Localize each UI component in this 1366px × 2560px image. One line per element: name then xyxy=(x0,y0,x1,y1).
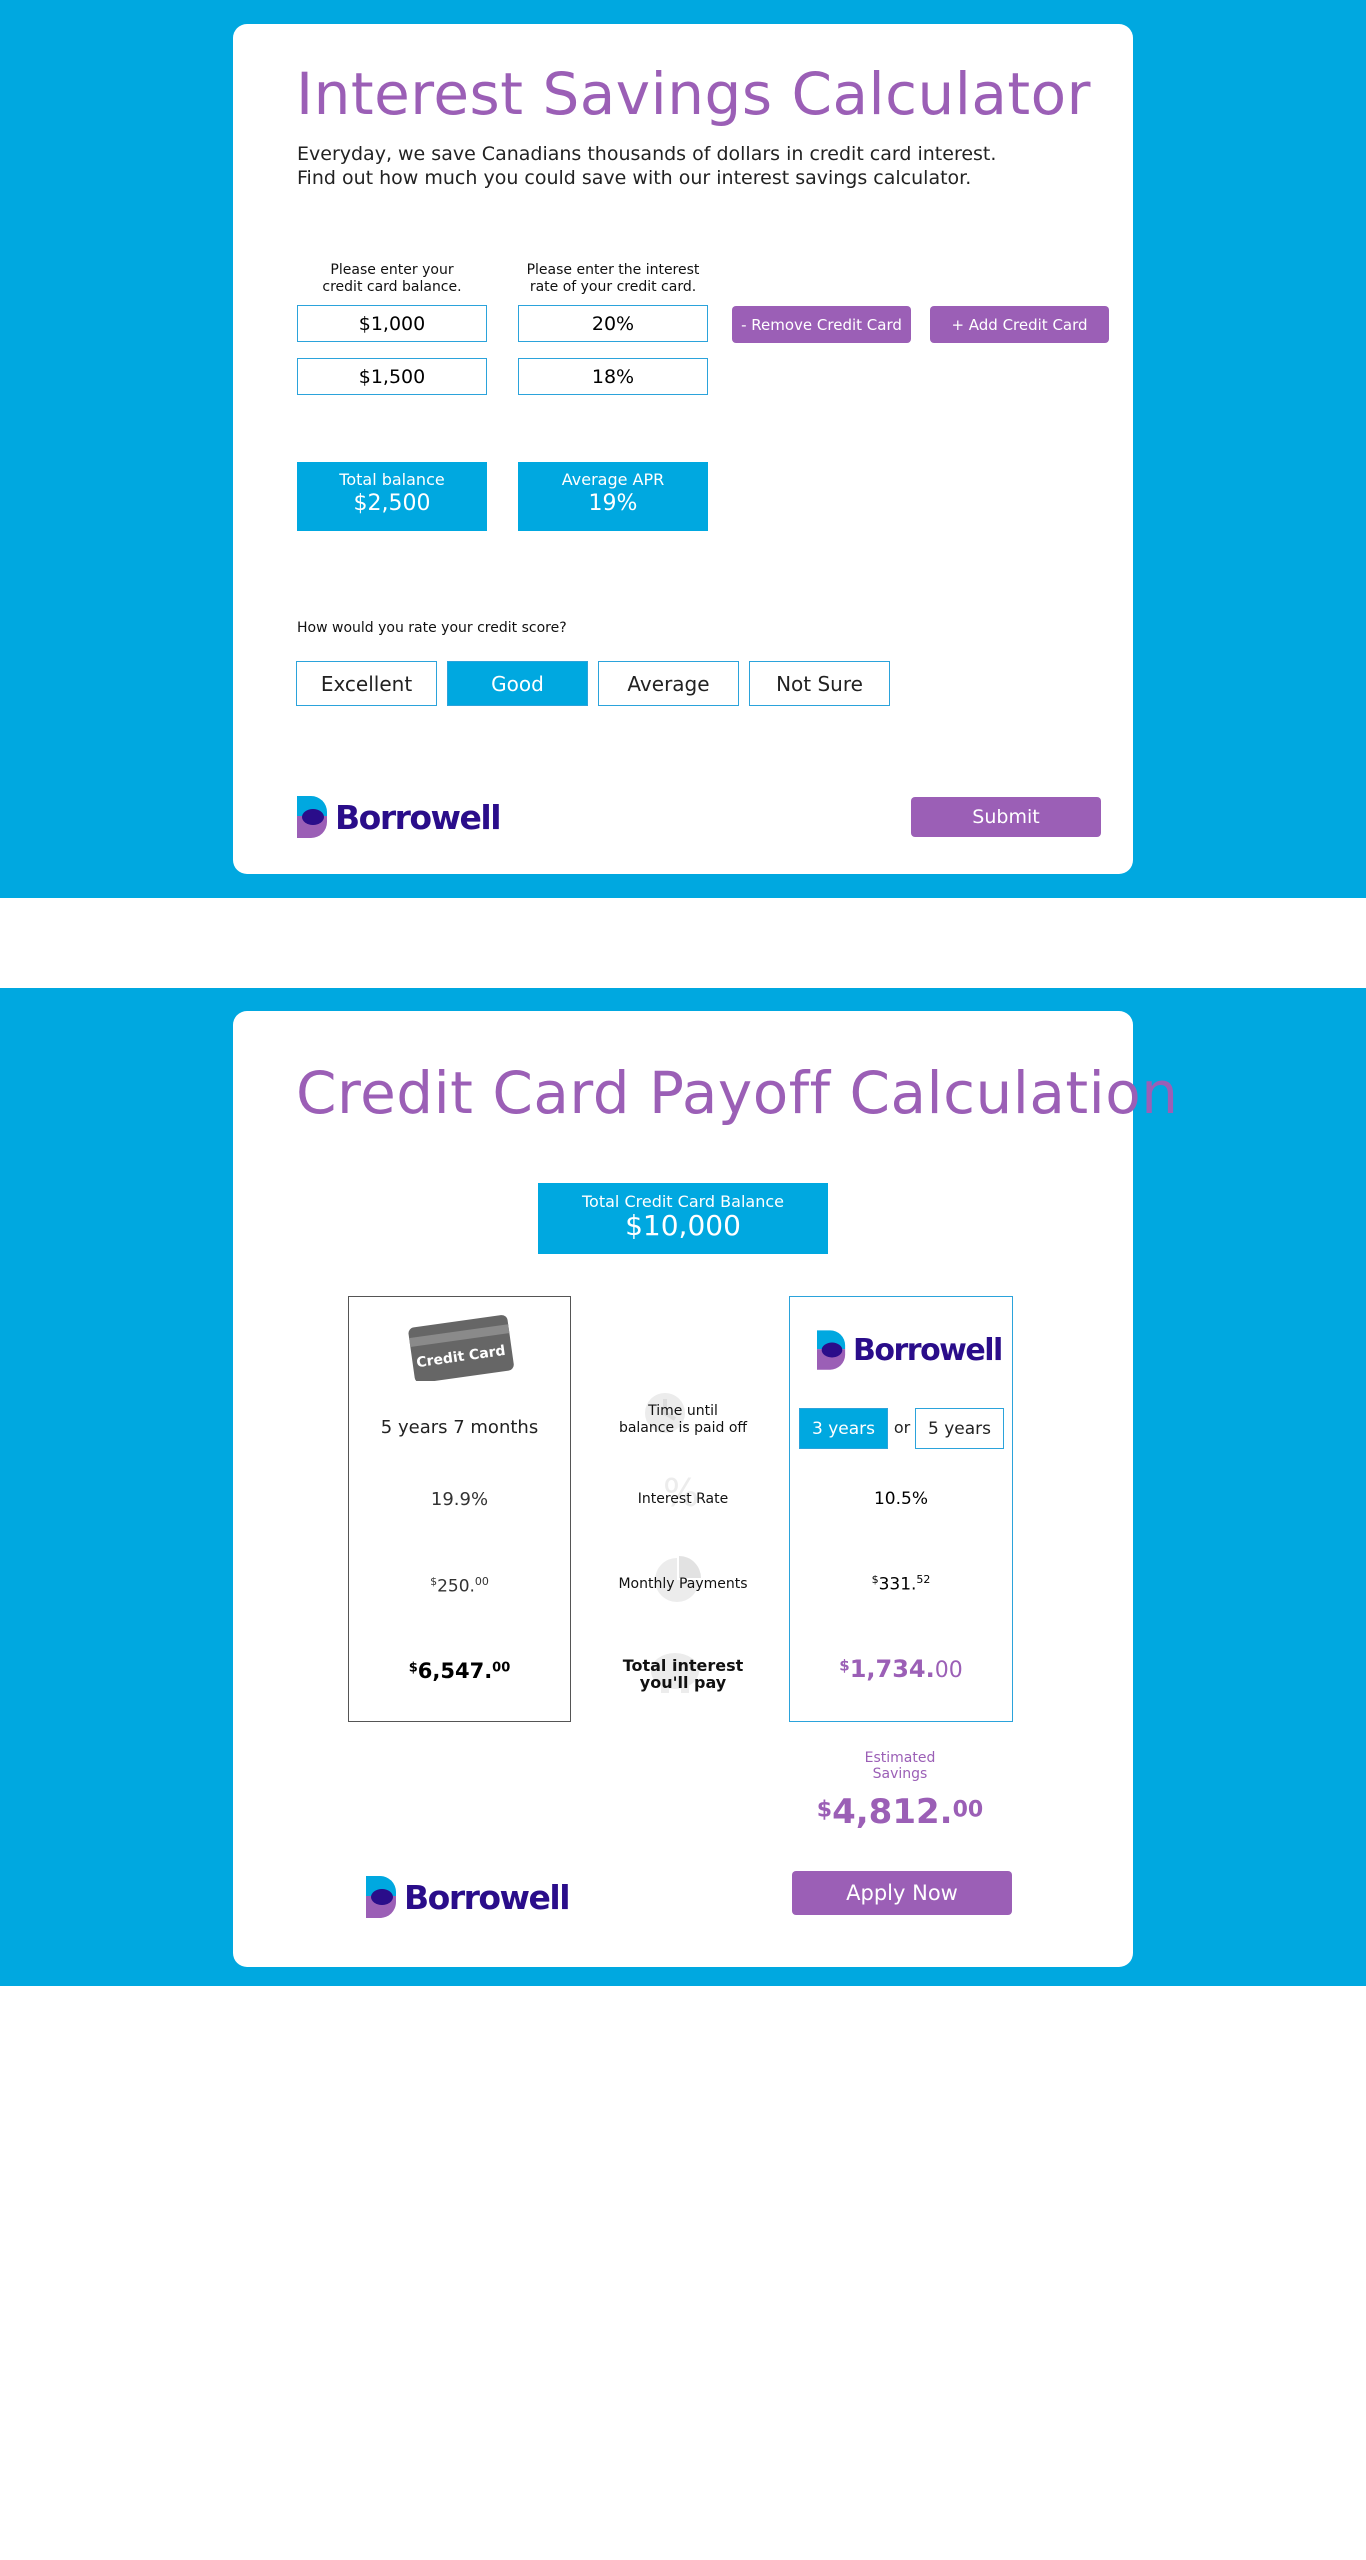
time-until-paid-off-label: Time until balance is paid off xyxy=(618,1403,748,1436)
calculator-card: Interest Savings Calculator Everyday, we… xyxy=(233,24,1133,874)
estimated-savings-value: $4,812.00 xyxy=(816,1792,984,1832)
balance-input-2[interactable]: $1,500 xyxy=(297,358,487,395)
rate-input-2[interactable]: 18% xyxy=(518,358,708,395)
borrowell-footer-logo: Borrowell xyxy=(366,1875,571,1919)
borrowell-total-interest: $1,734.00 xyxy=(839,1655,963,1683)
add-credit-card-button[interactable]: + Add Credit Card xyxy=(930,306,1109,343)
calculator-title: Interest Savings Calculator xyxy=(296,60,1091,128)
borrowell-logo-icon xyxy=(366,1876,396,1918)
submit-button[interactable]: Submit xyxy=(911,797,1101,837)
average-apr-value: 19% xyxy=(588,491,638,516)
credit-option-average[interactable]: Average xyxy=(598,661,739,706)
average-apr-box: Average APR 19% xyxy=(518,462,708,531)
credit-card-monthly: $250.00 xyxy=(430,1575,489,1597)
balance-input-1[interactable]: $1,000 xyxy=(297,305,487,342)
borrowell-column: Borrowell 3 years or 5 years 10.5% $331.… xyxy=(789,1296,1013,1722)
borrowell-column-logo: Borrowell xyxy=(817,1328,1003,1372)
rate-input-1[interactable]: 20% xyxy=(518,305,708,342)
term-option-5-years[interactable]: 5 years xyxy=(915,1408,1004,1449)
borrowell-monthly: $331.52 xyxy=(871,1573,931,1595)
remove-credit-card-button[interactable]: - Remove Credit Card xyxy=(732,306,911,343)
intro-line-2: Find out how much you could save with ou… xyxy=(297,167,972,189)
credit-score-question: How would you rate your credit score? xyxy=(297,620,567,636)
credit-option-not-sure[interactable]: Not Sure xyxy=(749,661,890,706)
total-balance-label: Total balance xyxy=(339,470,445,489)
borrowell-logo-wordmark: Borrowell xyxy=(853,1332,1003,1368)
credit-card-column: Credit Card 5 years 7 months 19.9% $250.… xyxy=(348,1296,571,1722)
average-apr-label: Average APR xyxy=(561,470,665,489)
credit-option-good[interactable]: Good xyxy=(447,661,588,706)
borrowell-logo-icon xyxy=(297,796,327,838)
apply-now-button[interactable]: Apply Now xyxy=(792,1871,1012,1915)
borrowell-logo-wordmark: Borrowell xyxy=(404,1877,571,1917)
total-credit-card-balance-box: Total Credit Card Balance $10,000 xyxy=(538,1183,828,1254)
total-interest-label: Total interest you'll pay xyxy=(622,1656,744,1692)
borrowell-rate: 10.5% xyxy=(873,1489,928,1509)
borrowell-logo-wordmark: Borrowell xyxy=(335,797,502,837)
intro-line-1: Everyday, we save Canadians thousands of… xyxy=(297,143,997,165)
credit-option-excellent[interactable]: Excellent xyxy=(296,661,437,706)
credit-card-graphic: Credit Card xyxy=(407,1315,515,1383)
rate-field-label: Please enter the interest rate of your c… xyxy=(526,262,700,295)
credit-card-total-interest: $6,547.00 xyxy=(408,1659,511,1683)
credit-card-time: 5 years 7 months xyxy=(380,1417,539,1438)
estimated-savings-label: Estimated Savings xyxy=(864,1750,936,1782)
total-credit-card-balance-value: $10,000 xyxy=(625,1209,741,1242)
credit-card-rate: 19.9% xyxy=(430,1489,489,1510)
total-balance-value: $2,500 xyxy=(353,491,431,516)
borrowell-logo-icon xyxy=(817,1330,846,1370)
term-option-3-years[interactable]: 3 years xyxy=(799,1408,888,1449)
borrowell-logo: Borrowell xyxy=(297,795,502,839)
term-or-text: or xyxy=(893,1418,911,1437)
interest-rate-label: Interest Rate xyxy=(637,1491,729,1507)
balance-field-label: Please enter your credit card balance. xyxy=(322,262,462,295)
monthly-payments-label: Monthly Payments xyxy=(618,1576,748,1592)
payoff-card: Credit Card Payoff Calculation Total Cre… xyxy=(233,1011,1178,1967)
payoff-title: Credit Card Payoff Calculation xyxy=(296,1059,1179,1127)
total-balance-box: Total balance $2,500 xyxy=(297,462,487,531)
calculator-intro: Everyday, we save Canadians thousands of… xyxy=(297,142,996,190)
